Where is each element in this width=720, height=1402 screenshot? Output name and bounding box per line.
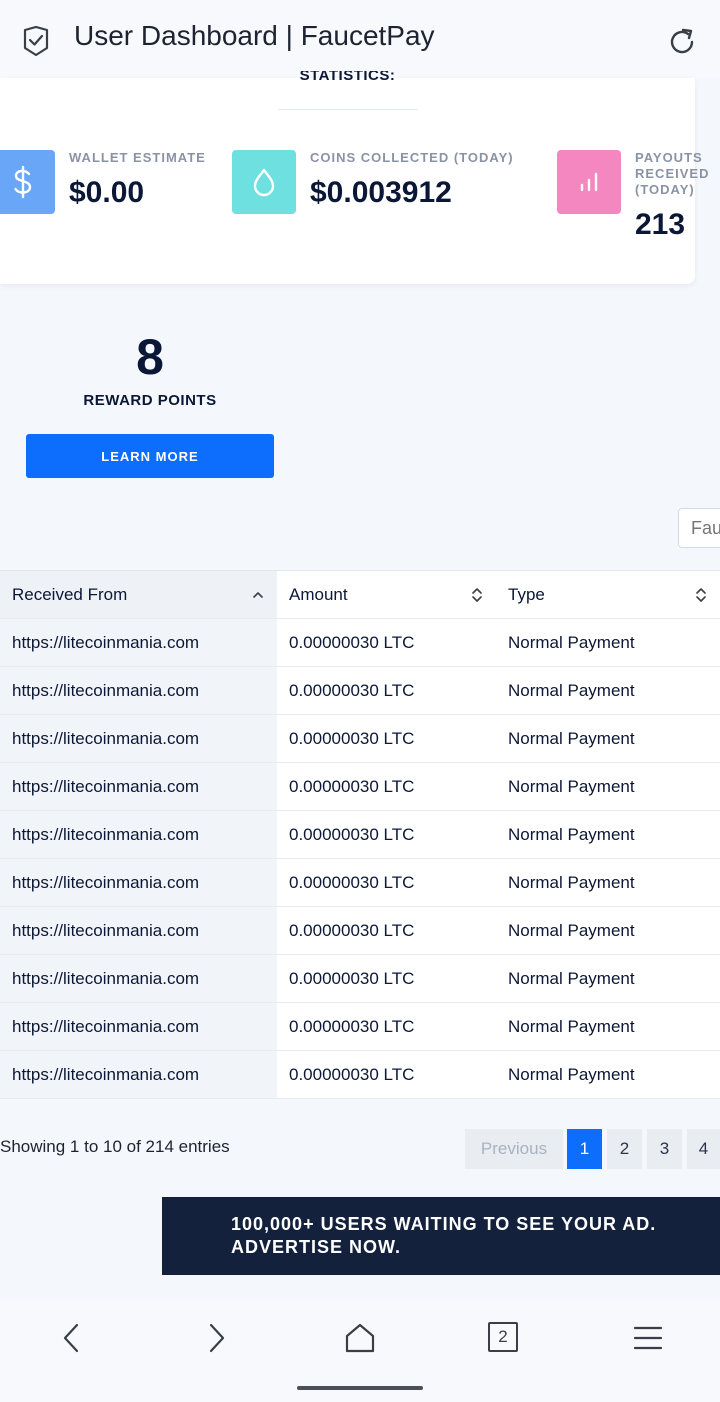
wallet-icon-box	[0, 150, 55, 214]
cell-received-from: https://litecoinmania.com	[0, 858, 277, 907]
payouts-received-label: PAYOUTS RECEIVED (TODAY)	[635, 150, 709, 198]
cell-amount: 0.00000030 LTC	[277, 618, 496, 667]
cell-type: Normal Payment	[496, 714, 720, 763]
cell-received-from: https://litecoinmania.com	[0, 1050, 277, 1099]
cell-received-from: https://litecoinmania.com	[0, 810, 277, 859]
payouts-label-line-1: PAYOUTS	[635, 150, 703, 165]
forward-icon[interactable]	[200, 1322, 232, 1354]
pagination-page-1[interactable]: 1	[567, 1129, 602, 1169]
browser-top-bar: User Dashboard | FaucetPay	[0, 0, 720, 78]
entries-info: Showing 1 to 10 of 214 entries	[0, 1137, 230, 1156]
coins-collected-label: COINS COLLECTED (TODAY)	[310, 150, 514, 165]
table-row: https://litecoinmania.com 0.00000030 LTC N…	[0, 762, 720, 811]
table-row: https://litecoinmania.com 0.00000030 LTC N…	[0, 906, 720, 955]
pagination: Previous 1 2 3 4	[465, 1129, 720, 1169]
table-row: https://litecoinmania.com 0.00000030 LTC N…	[0, 810, 720, 859]
cell-type: Normal Payment	[496, 810, 720, 859]
cell-type: Normal Payment	[496, 906, 720, 955]
tabs-icon[interactable]: 2	[488, 1322, 518, 1352]
cell-amount: 0.00000030 LTC	[277, 714, 496, 763]
cell-received-from: https://litecoinmania.com	[0, 762, 277, 811]
payouts-icon-box	[557, 150, 621, 214]
payouts-received-value: 213	[635, 208, 686, 241]
sort-icon	[472, 588, 482, 602]
column-label: Amount	[289, 584, 348, 604]
cell-type: Normal Payment	[496, 618, 720, 667]
sort-icon	[696, 588, 706, 602]
cell-type: Normal Payment	[496, 954, 720, 1003]
table-row: https://litecoinmania.com 0.00000030 LTC N…	[0, 1050, 720, 1099]
pagination-previous[interactable]: Previous	[465, 1129, 563, 1169]
reward-points-value: 8	[136, 329, 164, 385]
shield-check-icon[interactable]	[22, 26, 50, 56]
wallet-estimate-label: WALLET ESTIMATE	[69, 150, 206, 165]
drop-icon	[253, 168, 275, 197]
menu-icon[interactable]	[632, 1322, 664, 1354]
table-row: https://litecoinmania.com 0.00000030 LTC N…	[0, 618, 720, 667]
pagination-page-3[interactable]: 3	[647, 1129, 682, 1169]
cell-amount: 0.00000030 LTC	[277, 1050, 496, 1099]
cell-received-from: https://litecoinmania.com	[0, 666, 277, 715]
ad-banner[interactable]: 100,000+ USERS WAITING TO SEE YOUR AD. A…	[162, 1197, 720, 1275]
bar-chart-icon	[580, 172, 598, 192]
cell-received-from: https://litecoinmania.com	[0, 906, 277, 955]
learn-more-button[interactable]: LEARN MORE	[26, 434, 274, 478]
cell-amount: 0.00000030 LTC	[277, 906, 496, 955]
ad-line-2: ADVERTISE NOW.	[231, 1237, 402, 1257]
column-amount[interactable]: Amount	[277, 570, 496, 619]
reward-points-label: REWARD POINTS	[83, 392, 217, 409]
table-header-row: Received From Amount Type	[0, 570, 720, 619]
payouts-label-line-3: (TODAY)	[635, 182, 695, 197]
search-input[interactable]	[678, 508, 720, 548]
table-row: https://litecoinmania.com 0.00000030 LTC N…	[0, 714, 720, 763]
cell-type: Normal Payment	[496, 858, 720, 907]
divider	[278, 109, 418, 110]
cell-amount: 0.00000030 LTC	[277, 954, 496, 1003]
cell-amount: 0.00000030 LTC	[277, 666, 496, 715]
home-icon[interactable]	[344, 1322, 376, 1354]
coins-icon-box	[232, 150, 296, 214]
column-type[interactable]: Type	[496, 570, 720, 619]
cell-type: Normal Payment	[496, 666, 720, 715]
reload-icon[interactable]	[666, 26, 698, 58]
cell-type: Normal Payment	[496, 1050, 720, 1099]
cell-received-from: https://litecoinmania.com	[0, 1002, 277, 1051]
cell-received-from: https://litecoinmania.com	[0, 954, 277, 1003]
table-row: https://litecoinmania.com 0.00000030 LTC N…	[0, 666, 720, 715]
cell-type: Normal Payment	[496, 1002, 720, 1051]
cell-received-from: https://litecoinmania.com	[0, 714, 277, 763]
ad-line-1: 100,000+ USERS WAITING TO SEE YOUR AD.	[231, 1214, 657, 1234]
column-label: Received From	[12, 584, 128, 604]
cell-type: Normal Payment	[496, 762, 720, 811]
column-received-from[interactable]: Received From	[0, 570, 277, 619]
cell-amount: 0.00000030 LTC	[277, 1002, 496, 1051]
table-row: https://litecoinmania.com 0.00000030 LTC N…	[0, 858, 720, 907]
payouts-table: Received From Amount Type https://liteco…	[0, 570, 720, 1099]
cell-amount: 0.00000030 LTC	[277, 810, 496, 859]
dollar-icon	[14, 165, 32, 199]
tab-count: 2	[498, 1327, 508, 1346]
gesture-home-bar[interactable]	[297, 1386, 423, 1390]
cell-amount: 0.00000030 LTC	[277, 858, 496, 907]
table-row: https://litecoinmania.com 0.00000030 LTC N…	[0, 1002, 720, 1051]
statistics-heading-text: STATISTICS:	[299, 71, 396, 84]
wallet-estimate-value: $0.00	[69, 176, 145, 209]
cell-amount: 0.00000030 LTC	[277, 762, 496, 811]
statistics-heading: STATISTICS:	[0, 71, 695, 89]
sort-asc-icon	[253, 592, 263, 598]
pagination-page-2[interactable]: 2	[607, 1129, 642, 1169]
pagination-page-4[interactable]: 4	[687, 1129, 720, 1169]
payouts-label-line-2: RECEIVED	[635, 166, 710, 181]
column-label: Type	[508, 584, 545, 604]
page-title: User Dashboard | FaucetPay	[74, 20, 435, 51]
cell-received-from: https://litecoinmania.com	[0, 618, 277, 667]
back-icon[interactable]	[56, 1322, 88, 1354]
coins-collected-value: $0.003912	[310, 176, 452, 209]
table-row: https://litecoinmania.com 0.00000030 LTC N…	[0, 954, 720, 1003]
